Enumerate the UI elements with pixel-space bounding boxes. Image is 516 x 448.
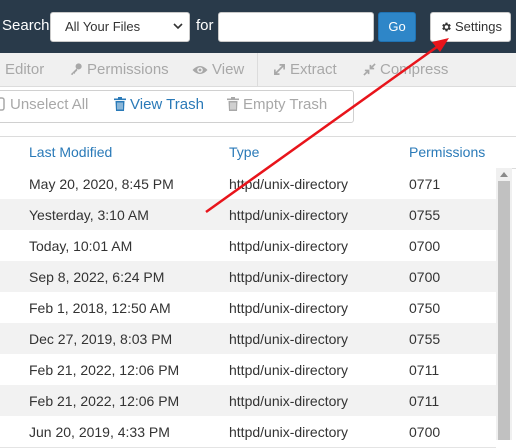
cell-permissions: 0700	[409, 424, 441, 440]
cell-last-modified: Today, 10:01 AM	[29, 238, 133, 254]
search-bar: Search All Your Files for Go Settings	[0, 0, 516, 53]
permissions-label: Permissions	[87, 61, 169, 78]
view-button[interactable]: View	[192, 61, 244, 78]
cell-type: httpd/unix-directory	[229, 393, 349, 409]
editor-button[interactable]: Editor	[5, 61, 44, 78]
cell-type: httpd/unix-directory	[229, 300, 349, 316]
column-header-type[interactable]: Type	[229, 144, 259, 160]
search-scope-select[interactable]: All Your Files	[50, 12, 190, 42]
extract-button[interactable]: Extract	[273, 61, 337, 78]
table-scrollbar[interactable]	[496, 168, 512, 440]
file-table-header: Last Modified Type Permissions	[0, 136, 516, 169]
table-row[interactable]: Feb 21, 2022, 12:06 PM httpd/unix-direct…	[0, 385, 496, 417]
search-label: Search	[2, 17, 50, 34]
cell-type: httpd/unix-directory	[229, 424, 349, 440]
cell-permissions: 0711	[409, 393, 440, 409]
table-row[interactable]: Today, 10:01 AM httpd/unix-directory 070…	[0, 230, 496, 262]
cell-type: httpd/unix-directory	[229, 269, 349, 285]
table-row[interactable]: May 20, 2020, 8:45 PM httpd/unix-directo…	[0, 168, 496, 200]
cell-last-modified: Feb 1, 2018, 12:50 AM	[29, 300, 171, 316]
settings-button[interactable]: Settings	[430, 12, 511, 42]
gear-icon	[442, 22, 451, 32]
key-icon	[70, 63, 82, 76]
chevron-down-icon	[173, 23, 183, 30]
cell-type: httpd/unix-directory	[229, 362, 349, 378]
cell-type: httpd/unix-directory	[229, 238, 349, 254]
cell-last-modified: Feb 21, 2022, 12:06 PM	[29, 362, 180, 378]
view-trash-label: View Trash	[130, 96, 204, 113]
table-row[interactable]: Jun 20, 2019, 4:33 PM httpd/unix-directo…	[0, 416, 496, 448]
cell-permissions: 0750	[409, 300, 441, 316]
cell-last-modified: May 20, 2020, 8:45 PM	[29, 176, 174, 192]
view-trash-button[interactable]: View Trash	[114, 96, 204, 113]
table-row[interactable]: Yesterday, 3:10 AM httpd/unix-directory …	[0, 199, 496, 231]
eye-icon	[192, 66, 208, 74]
cell-type: httpd/unix-directory	[229, 331, 349, 347]
column-header-last-modified[interactable]: Last Modified	[29, 144, 112, 160]
cell-last-modified: Dec 27, 2019, 8:03 PM	[29, 331, 173, 347]
cell-permissions: 0771	[409, 176, 441, 192]
unselect-all-label: Unselect All	[10, 96, 89, 113]
cell-permissions: 0700	[409, 238, 441, 254]
scrollbar-thumb[interactable]	[498, 181, 510, 440]
for-label: for	[196, 17, 214, 34]
cell-permissions: 0711	[409, 362, 440, 378]
selection-actions-bar: Unselect All View Trash Empty Trash	[0, 87, 516, 127]
cell-last-modified: Feb 21, 2022, 12:06 PM	[29, 393, 180, 409]
settings-label: Settings	[455, 19, 502, 34]
scroll-up-arrow-icon[interactable]	[500, 172, 508, 177]
trash-icon	[114, 97, 126, 111]
compress-icon	[363, 63, 376, 76]
compress-button[interactable]: Compress	[363, 61, 448, 78]
cell-last-modified: Jun 20, 2019, 4:33 PM	[29, 424, 170, 440]
search-input[interactable]	[218, 12, 374, 42]
cell-permissions: 0755	[409, 331, 441, 347]
table-row[interactable]: Sep 8, 2022, 6:24 PM httpd/unix-director…	[0, 261, 496, 293]
compress-label: Compress	[380, 61, 449, 78]
editor-label: Editor	[5, 61, 45, 78]
empty-trash-label: Empty Trash	[243, 96, 328, 113]
cell-last-modified: Yesterday, 3:10 AM	[29, 207, 149, 223]
checkbox-icon	[0, 97, 5, 111]
toolbar-divider	[257, 53, 258, 86]
cell-last-modified: Sep 8, 2022, 6:24 PM	[29, 269, 165, 285]
permissions-button[interactable]: Permissions	[69, 61, 169, 78]
file-toolbar: Editor Permissions View Extract Compress	[0, 53, 516, 87]
table-row[interactable]: Feb 21, 2022, 12:06 PM httpd/unix-direct…	[0, 354, 496, 386]
table-row[interactable]: Dec 27, 2019, 8:03 PM httpd/unix-directo…	[0, 323, 496, 355]
cell-type: httpd/unix-directory	[229, 176, 349, 192]
cell-type: httpd/unix-directory	[229, 207, 349, 223]
extract-label: Extract	[290, 61, 337, 78]
search-scope-value: All Your Files	[65, 19, 141, 34]
unselect-all-button[interactable]: Unselect All	[0, 96, 88, 113]
cell-permissions: 0755	[409, 207, 441, 223]
expand-icon	[274, 64, 285, 75]
go-button[interactable]: Go	[378, 12, 416, 42]
empty-trash-button[interactable]: Empty Trash	[227, 96, 327, 113]
column-header-permissions[interactable]: Permissions	[409, 144, 485, 160]
view-label: View	[212, 61, 245, 78]
trash-icon	[227, 97, 239, 111]
table-row[interactable]: Feb 1, 2018, 12:50 AM httpd/unix-directo…	[0, 292, 496, 324]
cell-permissions: 0700	[409, 269, 441, 285]
